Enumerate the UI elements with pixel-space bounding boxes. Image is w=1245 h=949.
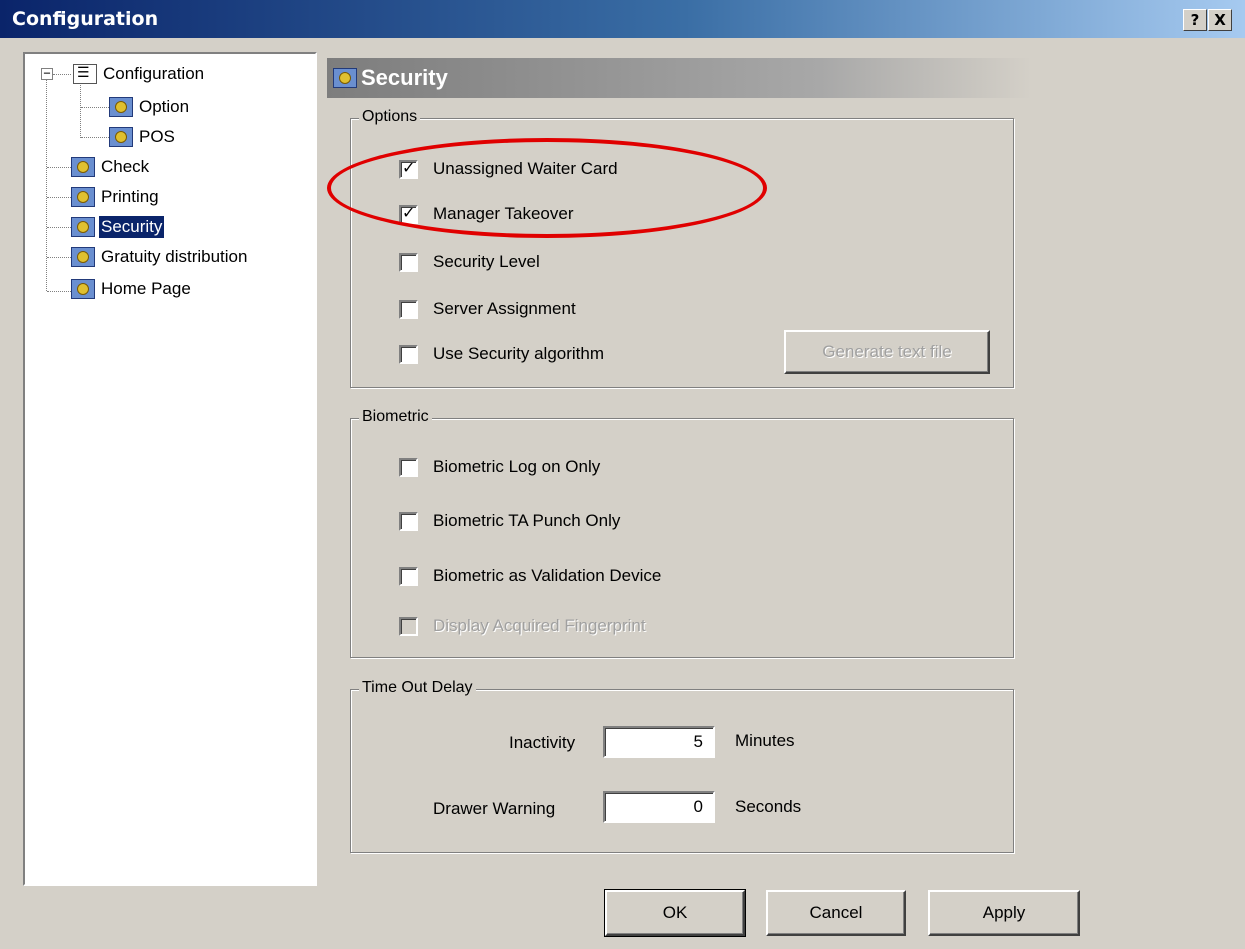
checkbox-box[interactable] [399,252,418,272]
title-bar: Configuration ? X [0,0,1245,38]
tree-line [80,82,81,138]
tree-item-label: Home Page [101,279,191,298]
panel-title: Security [361,65,448,90]
tree-item-printing[interactable]: Printing [71,184,161,210]
checkbox-box[interactable] [399,299,418,319]
biometric-legend: Biometric [359,408,432,426]
config-page-icon [71,247,95,267]
apply-button[interactable]: Apply [928,890,1080,936]
collapse-icon[interactable]: − [41,67,53,80]
biometric-log-on-only-checkbox[interactable]: Biometric Log on Only [399,457,600,477]
checkbox-label: Use Security algorithm [433,344,605,363]
config-page-icon [71,279,95,299]
close-button[interactable]: X [1208,9,1232,31]
biometric-group: Biometric Biometric Log on Only Biometri… [350,408,1014,658]
drawer-warning-label: Drawer Warning [433,799,556,818]
tree-line [47,227,71,228]
checkbox-label: Biometric TA Punch Only [433,511,621,530]
checkbox-label: Server Assignment [433,299,576,318]
checkbox-box[interactable] [399,566,418,586]
tree-item-label: Security [99,216,165,238]
checkbox-label: Biometric Log on Only [433,457,601,476]
options-legend: Options [359,108,421,126]
window-title: Configuration [12,8,159,30]
tree-item-check[interactable]: Check [71,154,151,180]
tree-line [46,79,47,291]
checkbox-label: Security Level [433,252,540,271]
security-level-checkbox[interactable]: Security Level [399,252,540,272]
tree-item-label: Check [101,157,150,176]
tree-item-label: POS [139,127,175,146]
generate-text-file-button[interactable]: Generate text file [784,330,990,374]
tree-line [81,137,111,138]
tree-item-label: Printing [101,187,159,206]
tree-item-configuration[interactable]: Configuration [73,61,206,87]
checkbox-label: Display Acquired Fingerprint [433,616,646,635]
tree-item-pos[interactable]: POS [109,124,177,150]
tree-line [47,291,71,292]
tree-item-option[interactable]: Option [109,94,191,120]
tree-line [53,74,71,75]
display-acquired-fingerprint-checkbox: Display Acquired Fingerprint [399,616,646,636]
panel-header: Security [327,58,1032,98]
tree-item-security[interactable]: Security [71,214,165,240]
help-button[interactable]: ? [1183,9,1207,31]
tree-line [47,167,71,168]
ok-button[interactable]: OK [604,889,746,937]
highlight-ellipse [327,138,767,238]
checkbox-box [399,616,418,636]
tree-item-label: Configuration [103,64,205,83]
inactivity-unit: Minutes [735,731,795,750]
inactivity-input[interactable]: 5 [603,726,715,758]
biometric-validation-device-checkbox[interactable]: Biometric as Validation Device [399,566,661,586]
drawer-warning-input[interactable]: 0 [603,791,715,823]
tree-item-label: Option [139,97,190,116]
security-page-icon [333,68,357,88]
config-page-icon [71,157,95,177]
drawer-warning-unit: Seconds [735,797,802,816]
config-page-icon [71,217,95,237]
tree-line [81,107,111,108]
checkbox-box[interactable] [399,344,418,364]
tree-line [47,197,71,198]
checkbox-label: Biometric as Validation Device [433,566,662,585]
config-page-icon [109,97,133,117]
cancel-button[interactable]: Cancel [766,890,906,936]
config-page-icon [109,127,133,147]
timeout-group: Time Out Delay Inactivity 5 Minutes Draw… [350,679,1014,853]
checkbox-box[interactable] [399,511,418,531]
tree-item-gratuity-distribution[interactable]: Gratuity distribution [71,244,249,270]
inactivity-label: Inactivity [509,733,576,752]
server-assignment-checkbox[interactable]: Server Assignment [399,299,576,319]
biometric-ta-punch-only-checkbox[interactable]: Biometric TA Punch Only [399,511,620,531]
tree-root-icon [73,64,97,84]
timeout-legend: Time Out Delay [359,679,476,697]
navigation-tree: − Configuration Option POS Check Printin… [23,52,317,886]
tree-item-home-page[interactable]: Home Page [71,276,193,302]
config-page-icon [71,187,95,207]
checkbox-box[interactable] [399,457,418,477]
tree-item-label: Gratuity distribution [101,247,248,266]
use-security-algorithm-checkbox[interactable]: Use Security algorithm [399,344,604,364]
tree-line [47,257,71,258]
